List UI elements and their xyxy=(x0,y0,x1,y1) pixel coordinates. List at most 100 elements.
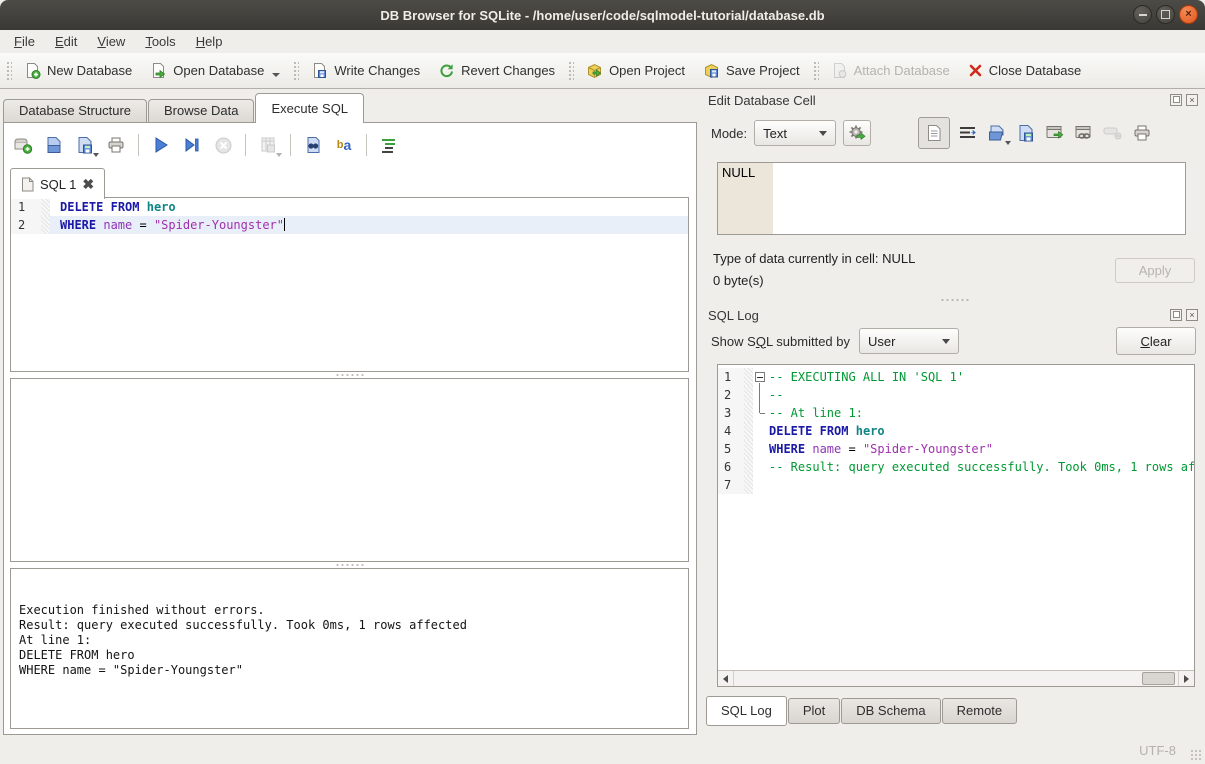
new-sql-tab-icon[interactable] xyxy=(12,134,34,156)
toolbar-handle[interactable] xyxy=(5,60,12,82)
save-sql-dropdown-icon[interactable] xyxy=(93,153,99,157)
sql-log-title: SQL Log xyxy=(708,308,759,323)
write-changes-button[interactable]: Write Changes xyxy=(302,58,429,83)
cell-size-info: 0 byte(s) xyxy=(713,270,915,292)
word-wrap-icon[interactable] xyxy=(957,122,979,144)
minimize-icon[interactable] xyxy=(1133,5,1152,24)
execution-log-line: WHERE name = "Spider-Youngster" xyxy=(19,663,680,678)
text-cursor xyxy=(284,218,285,231)
execute-sql-panel: ba SQL 1 ✖ 1DELETE FROM hero2WHERE name … xyxy=(3,122,697,735)
toolbar-handle[interactable] xyxy=(292,60,299,82)
code-line: 1-- EXECUTING ALL IN 'SQL 1' xyxy=(718,368,1194,386)
print-cell-icon[interactable] xyxy=(1131,122,1153,144)
revert-changes-button[interactable]: Revert Changes xyxy=(429,58,564,83)
close-icon[interactable]: × xyxy=(1179,5,1198,24)
toolbar-handle[interactable] xyxy=(567,60,574,82)
menu-help[interactable]: Help xyxy=(186,32,233,51)
import-data-icon[interactable] xyxy=(986,122,1008,144)
horizontal-scrollbar[interactable] xyxy=(718,670,1194,686)
attach-database-button: Attach Database xyxy=(822,58,959,83)
tab-execute-sql[interactable]: Execute SQL xyxy=(255,93,364,123)
tab-database-structure[interactable]: Database Structure xyxy=(3,99,147,122)
edit-cell-header: Edit Database Cell × xyxy=(705,90,1205,110)
mode-label: Mode: xyxy=(711,126,747,141)
scroll-right-icon[interactable] xyxy=(1179,671,1194,686)
mode-select[interactable]: Text xyxy=(754,120,836,146)
sql-1-tab[interactable]: SQL 1 ✖ xyxy=(10,168,105,199)
fold-marker-icon[interactable] xyxy=(753,368,766,386)
edit-cell-title: Edit Database Cell xyxy=(708,93,816,108)
sql-file-icon xyxy=(21,177,34,192)
close-database-button[interactable]: Close Database xyxy=(959,59,1091,82)
cell-info: Type of data currently in cell: NULL 0 b… xyxy=(705,248,1205,292)
menu-tools[interactable]: Tools xyxy=(135,32,185,51)
open-project-button[interactable]: Open Project xyxy=(577,58,694,83)
resize-grip-icon[interactable] xyxy=(1190,749,1202,761)
window-title: DB Browser for SQLite - /home/user/code/… xyxy=(380,8,824,23)
sql-log-view[interactable]: 1-- EXECUTING ALL IN 'SQL 1'2--3-- At li… xyxy=(717,364,1195,687)
revert-changes-icon xyxy=(438,62,455,79)
tab-sql-log[interactable]: SQL Log xyxy=(706,696,787,726)
submitter-select[interactable]: User xyxy=(859,328,959,354)
tab-browse-data[interactable]: Browse Data xyxy=(148,99,254,122)
gear-icon xyxy=(848,124,866,142)
sql-editor[interactable]: 1DELETE FROM hero2WHERE name = "Spider-Y… xyxy=(10,197,689,372)
sql-log-controls: Show SQL submitted by User Clear xyxy=(705,327,1205,355)
format-sql-icon[interactable] xyxy=(378,134,400,156)
execution-log-line: DELETE FROM hero xyxy=(19,648,680,663)
toolbar-separator xyxy=(138,134,139,156)
sql-toolbar: ba xyxy=(12,129,690,161)
cell-value-editor[interactable]: NULL xyxy=(717,162,1186,235)
float-window-icon[interactable] xyxy=(1170,309,1182,321)
save-project-button[interactable]: Save Project xyxy=(694,58,809,83)
close-sql-tab-icon[interactable]: ✖ xyxy=(82,177,94,191)
menu-file[interactable]: File xyxy=(4,32,45,51)
execute-current-line-icon[interactable] xyxy=(181,134,203,156)
code-line: 3-- At line 1: xyxy=(718,404,1194,422)
tab-remote[interactable]: Remote xyxy=(942,698,1018,724)
tab-plot[interactable]: Plot xyxy=(788,698,840,724)
save-sql-file-icon[interactable] xyxy=(74,134,96,156)
open-project-icon xyxy=(586,62,603,79)
code-line: 6-- Result: query executed successfully.… xyxy=(718,458,1194,476)
menu-view[interactable]: View xyxy=(87,32,135,51)
save-results-icon xyxy=(257,134,279,156)
tab-db-schema[interactable]: DB Schema xyxy=(841,698,940,724)
close-dock-icon[interactable]: × xyxy=(1186,309,1198,321)
scrollbar-thumb[interactable] xyxy=(1142,672,1175,685)
execute-all-icon[interactable] xyxy=(150,134,172,156)
export-data-icon[interactable] xyxy=(1015,122,1037,144)
toolbar-handle[interactable] xyxy=(812,60,819,82)
save-results-dropdown-icon xyxy=(276,153,282,157)
right-dock: Edit Database Cell × Mode: Text NULL xyxy=(705,90,1205,738)
maximize-icon[interactable] xyxy=(1156,5,1175,24)
open-database-icon xyxy=(150,62,167,79)
print-icon[interactable] xyxy=(105,134,127,156)
scrollbar-track[interactable] xyxy=(733,671,1179,686)
float-window-icon[interactable] xyxy=(1170,94,1182,106)
apply-settings-button[interactable] xyxy=(843,120,871,146)
find-replace-icon[interactable] xyxy=(302,134,324,156)
close-dock-icon[interactable]: × xyxy=(1186,94,1198,106)
open-database-dropdown-icon[interactable] xyxy=(272,73,280,77)
new-database-button[interactable]: New Database xyxy=(15,58,141,83)
text-document-icon[interactable] xyxy=(918,117,950,149)
menu-edit[interactable]: Edit xyxy=(45,32,87,51)
cell-value: NULL xyxy=(722,165,755,180)
import-dropdown-icon[interactable] xyxy=(1005,141,1011,145)
open-sql-file-icon[interactable] xyxy=(43,134,65,156)
fold-marker-icon xyxy=(753,440,766,458)
sql-tab-bar: SQL 1 ✖ xyxy=(10,167,105,198)
open-url-icon[interactable] xyxy=(1073,122,1095,144)
execution-status-pane[interactable]: Execution finished without errors.Result… xyxy=(10,568,689,729)
open-database-button[interactable]: Open Database xyxy=(141,58,289,83)
dock-splitter[interactable] xyxy=(705,295,1205,305)
results-pane[interactable] xyxy=(10,378,689,562)
scroll-left-icon[interactable] xyxy=(718,671,733,686)
close-database-icon xyxy=(968,63,983,78)
clear-button[interactable]: Clear xyxy=(1116,327,1196,355)
auto-completion-icon[interactable]: ba xyxy=(333,134,355,156)
dock-tab-bar: SQL Log Plot DB Schema Remote xyxy=(706,696,1205,726)
open-in-external-icon[interactable] xyxy=(1044,122,1066,144)
execution-log-line: Result: query executed successfully. Too… xyxy=(19,618,680,633)
